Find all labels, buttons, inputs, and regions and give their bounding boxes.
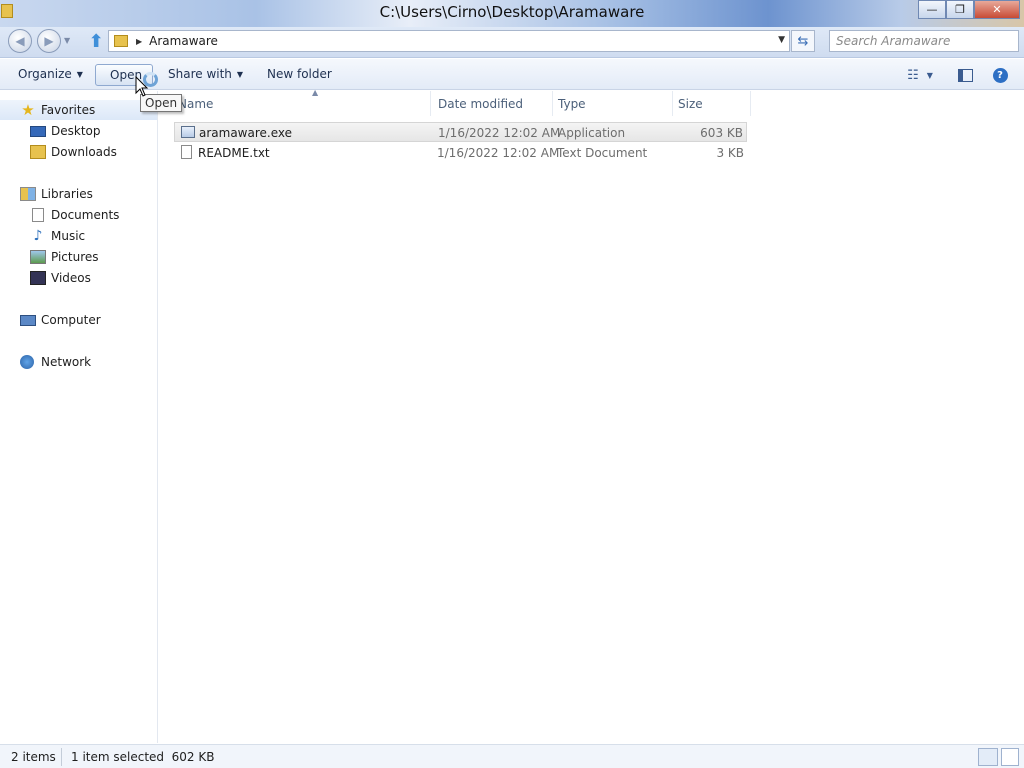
window-controls: — ❐ ✕ bbox=[918, 0, 1020, 19]
file-type: Text Document bbox=[557, 146, 648, 160]
status-bar: 2 items 1 item selected 602 KB bbox=[0, 744, 1024, 768]
computer-icon bbox=[20, 314, 36, 326]
address-row: ◀ ▶ ▼ ⬆ ▶ Aramaware ▼ ⇆ Search Aramaware bbox=[0, 27, 1024, 73]
selection-info: 1 item selected 602 KB bbox=[71, 750, 215, 764]
desktop-icon bbox=[30, 125, 46, 137]
nav-computer[interactable]: Computer bbox=[20, 310, 101, 330]
column-header-size[interactable]: Size bbox=[673, 91, 751, 116]
change-view-button[interactable]: ☷ ▼ bbox=[900, 65, 940, 85]
documents-icon bbox=[32, 208, 44, 222]
nav-label: Libraries bbox=[41, 187, 93, 201]
nav-documents[interactable]: Documents bbox=[32, 205, 119, 225]
videos-icon bbox=[30, 271, 46, 285]
file-size: 3 KB bbox=[716, 146, 744, 160]
status-divider bbox=[61, 748, 62, 766]
nav-label: Desktop bbox=[51, 124, 101, 138]
file-date: 1/16/2022 12:02 AM bbox=[438, 126, 561, 140]
breadcrumb-chevron-icon[interactable]: ▶ bbox=[136, 37, 142, 46]
refresh-button[interactable]: ⇆ bbox=[791, 30, 815, 52]
nav-label: Downloads bbox=[51, 145, 117, 159]
text-file-icon bbox=[181, 145, 192, 159]
chevron-down-icon: ▼ bbox=[926, 70, 933, 80]
file-size: 603 KB bbox=[700, 126, 743, 140]
new-folder-button[interactable]: New folder bbox=[261, 64, 338, 86]
sort-ascending-icon: ▲ bbox=[312, 88, 319, 97]
title-bar[interactable]: C:\Users\Cirno\Desktop\Aramaware — ❐ ✕ bbox=[0, 0, 1024, 27]
nav-network[interactable]: Network bbox=[20, 352, 91, 372]
nav-label: Music bbox=[51, 229, 86, 243]
share-with-button[interactable]: Share with ▼ bbox=[162, 64, 249, 86]
music-icon: ♪ bbox=[33, 228, 43, 244]
file-name: README.txt bbox=[198, 146, 270, 160]
downloads-folder-icon bbox=[30, 145, 46, 159]
address-bar[interactable]: ▶ Aramaware ▼ bbox=[108, 30, 790, 52]
navigation-pane: ★ Favorites Desktop Downloads Libraries … bbox=[0, 91, 158, 743]
nav-favorites[interactable]: ★ Favorites bbox=[0, 100, 157, 120]
nav-desktop[interactable]: Desktop bbox=[30, 121, 101, 141]
new-folder-label: New folder bbox=[267, 67, 332, 81]
preview-pane-button[interactable] bbox=[955, 65, 975, 85]
nav-pictures[interactable]: Pictures bbox=[30, 247, 99, 267]
pictures-icon bbox=[30, 250, 46, 264]
search-input[interactable]: Search Aramaware bbox=[829, 30, 1019, 52]
help-button[interactable]: ? bbox=[991, 65, 1009, 85]
file-row[interactable]: aramaware.exe 1/16/2022 12:02 AM Applica… bbox=[174, 122, 747, 142]
nav-music[interactable]: ♪ Music bbox=[30, 226, 86, 246]
column-header-type[interactable]: Type bbox=[553, 91, 673, 116]
window-title: C:\Users\Cirno\Desktop\Aramaware bbox=[379, 3, 645, 21]
column-header-date[interactable]: Date modified bbox=[433, 91, 553, 116]
chevron-down-icon: ▼ bbox=[76, 70, 83, 79]
details-view-toggle-icon[interactable] bbox=[978, 748, 998, 766]
application-icon bbox=[181, 126, 195, 138]
organize-button[interactable]: Organize ▼ bbox=[12, 64, 89, 86]
file-row[interactable]: README.txt 1/16/2022 12:02 AM Text Docum… bbox=[174, 143, 747, 163]
maximize-button[interactable]: ❐ bbox=[946, 0, 974, 19]
mouse-cursor-icon bbox=[135, 76, 149, 97]
file-date: 1/16/2022 12:02 AM bbox=[437, 146, 560, 160]
address-dropdown-icon[interactable]: ▼ bbox=[778, 35, 785, 45]
star-icon: ★ bbox=[21, 101, 35, 119]
file-name: aramaware.exe bbox=[199, 126, 293, 140]
column-header-label: Type bbox=[558, 96, 586, 111]
item-count: 2 items bbox=[11, 750, 56, 764]
file-type: Application bbox=[558, 126, 626, 140]
share-with-label: Share with bbox=[168, 67, 232, 81]
nav-label: Documents bbox=[51, 208, 120, 222]
column-header-label: Size bbox=[678, 96, 703, 111]
nav-label: Computer bbox=[41, 313, 101, 327]
folder-icon bbox=[114, 35, 128, 47]
breadcrumb-item[interactable]: Aramaware bbox=[149, 34, 218, 48]
chevron-down-icon: ▼ bbox=[236, 70, 244, 79]
large-icons-view-toggle-icon[interactable] bbox=[1001, 748, 1019, 766]
close-button[interactable]: ✕ bbox=[974, 0, 1020, 19]
column-header-label: Date modified bbox=[438, 96, 524, 111]
nav-label: Videos bbox=[51, 271, 91, 285]
organize-label: Organize bbox=[18, 67, 72, 81]
preview-pane-icon bbox=[957, 68, 973, 82]
forward-button[interactable]: ▶ bbox=[37, 29, 61, 53]
back-button[interactable]: ◀ bbox=[8, 29, 32, 53]
help-icon: ? bbox=[992, 67, 1008, 83]
arrow-right-icon: ▶ bbox=[44, 34, 54, 48]
libraries-icon bbox=[20, 187, 36, 201]
recent-pages-dropdown-icon[interactable]: ▼ bbox=[64, 36, 70, 45]
details-view-icon: ☷ bbox=[907, 67, 919, 83]
arrow-left-icon: ◀ bbox=[15, 34, 25, 48]
column-header-label: Name bbox=[178, 96, 214, 111]
nav-videos[interactable]: Videos bbox=[30, 268, 91, 288]
nav-label: Favorites bbox=[41, 103, 96, 117]
column-header-name[interactable]: ▲ Name bbox=[174, 88, 431, 116]
nav-label: Pictures bbox=[51, 250, 99, 264]
nav-libraries[interactable]: Libraries bbox=[20, 184, 93, 204]
file-list: ▲ Name Date modified Type Size aramaware… bbox=[159, 88, 1024, 743]
refresh-icon: ⇆ bbox=[797, 33, 809, 49]
nav-downloads[interactable]: Downloads bbox=[30, 142, 117, 162]
network-icon bbox=[20, 355, 34, 369]
minimize-button[interactable]: — bbox=[918, 0, 946, 19]
up-button[interactable]: ⬆ bbox=[86, 30, 106, 52]
arrow-up-icon: ⬆ bbox=[88, 30, 104, 52]
nav-label: Network bbox=[41, 355, 92, 369]
